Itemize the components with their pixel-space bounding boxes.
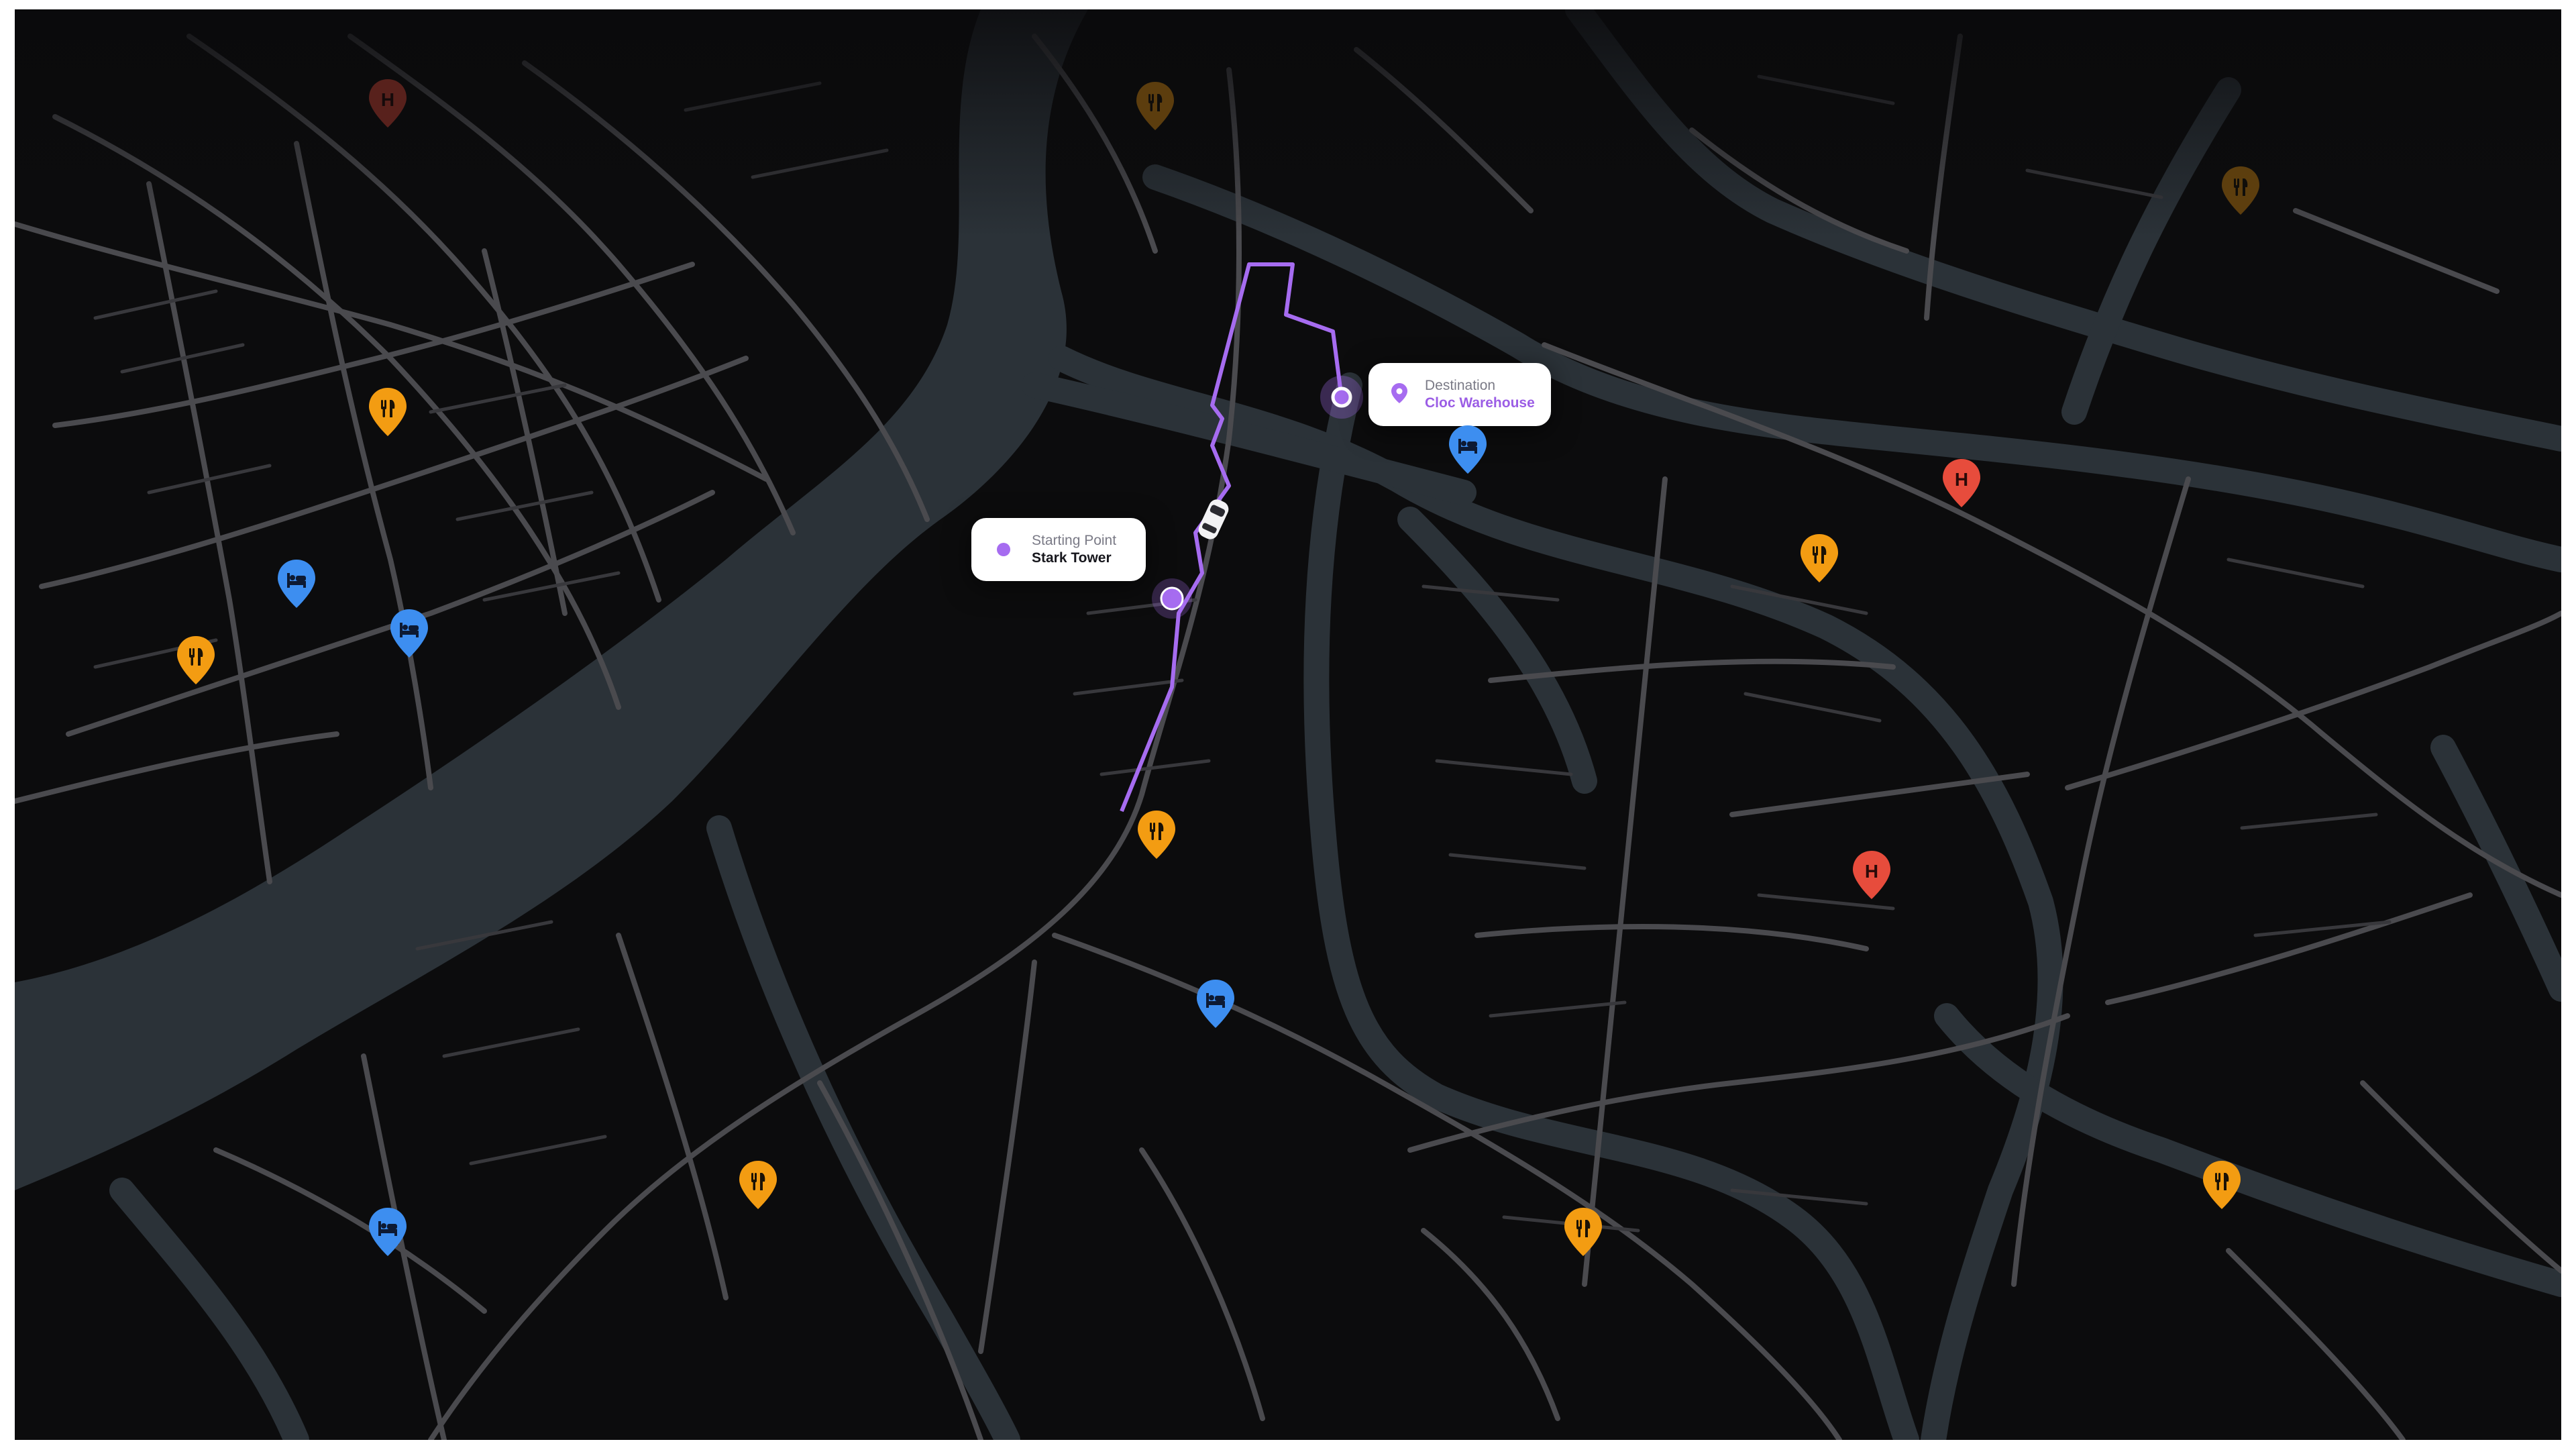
bed-poi-pin[interactable]: [388, 608, 431, 659]
fork-knife-poi-pin[interactable]: [1562, 1206, 1605, 1257]
fork-knife-poi-pin[interactable]: [1798, 533, 1841, 584]
fork-knife-poi-pin[interactable]: [2219, 165, 2262, 216]
hospital-poi-pin[interactable]: H: [1940, 458, 1983, 509]
start-marker[interactable]: [1160, 586, 1184, 611]
fork-knife-poi-pin[interactable]: [1134, 81, 1177, 132]
route-line: [1120, 262, 1344, 813]
bed-poi-pin[interactable]: [366, 1206, 409, 1257]
car-icon[interactable]: [1196, 497, 1232, 541]
hospital-icon: H: [1943, 459, 1980, 507]
destination-callout[interactable]: Destination Cloc Warehouse: [1368, 363, 1551, 426]
bed-icon: [1449, 425, 1487, 474]
fork-knife-poi-pin[interactable]: [366, 386, 409, 437]
bed-poi-pin[interactable]: [1194, 978, 1237, 1029]
hospital-icon: H: [369, 79, 407, 127]
hospital-poi-pin[interactable]: H: [1850, 849, 1893, 900]
fork-knife-poi-pin[interactable]: [2200, 1159, 2243, 1210]
fork-knife-icon: [739, 1161, 777, 1209]
svg-text:H: H: [381, 89, 394, 110]
destination-name: Cloc Warehouse: [1425, 395, 1535, 411]
hospital-icon: H: [1853, 851, 1890, 899]
bed-poi-pin[interactable]: [1446, 424, 1489, 475]
fork-knife-poi-pin[interactable]: [1135, 809, 1178, 860]
fork-knife-icon: [369, 388, 407, 436]
svg-text:H: H: [1955, 469, 1968, 490]
fork-knife-poi-pin[interactable]: [174, 635, 217, 686]
starting-point-callout[interactable]: Starting Point Stark Tower: [971, 518, 1146, 581]
destination-marker[interactable]: [1331, 386, 1352, 408]
starting-point-label: Starting Point: [1032, 533, 1117, 548]
hospital-poi-pin[interactable]: H: [366, 78, 409, 129]
svg-text:H: H: [1865, 861, 1878, 882]
fork-knife-icon: [1564, 1208, 1602, 1256]
bed-icon: [278, 560, 315, 608]
bed-icon: [369, 1208, 407, 1256]
fork-knife-icon: [1136, 82, 1174, 130]
fork-knife-icon: [1138, 811, 1175, 859]
map-view[interactable]: Starting Point Stark Tower Destination C…: [15, 9, 2561, 1440]
bed-icon: [1197, 980, 1234, 1028]
start-dot-icon: [997, 543, 1010, 556]
bed-poi-pin[interactable]: [275, 558, 318, 609]
fork-knife-icon: [177, 636, 215, 684]
fork-knife-icon: [1801, 534, 1838, 582]
destination-label: Destination: [1425, 378, 1496, 393]
starting-point-name: Stark Tower: [1032, 550, 1112, 566]
location-pin-icon: [1391, 382, 1407, 407]
fork-knife-icon: [2222, 166, 2259, 215]
fork-knife-poi-pin[interactable]: [737, 1159, 780, 1210]
fork-knife-icon: [2203, 1161, 2241, 1209]
bed-icon: [390, 609, 428, 658]
